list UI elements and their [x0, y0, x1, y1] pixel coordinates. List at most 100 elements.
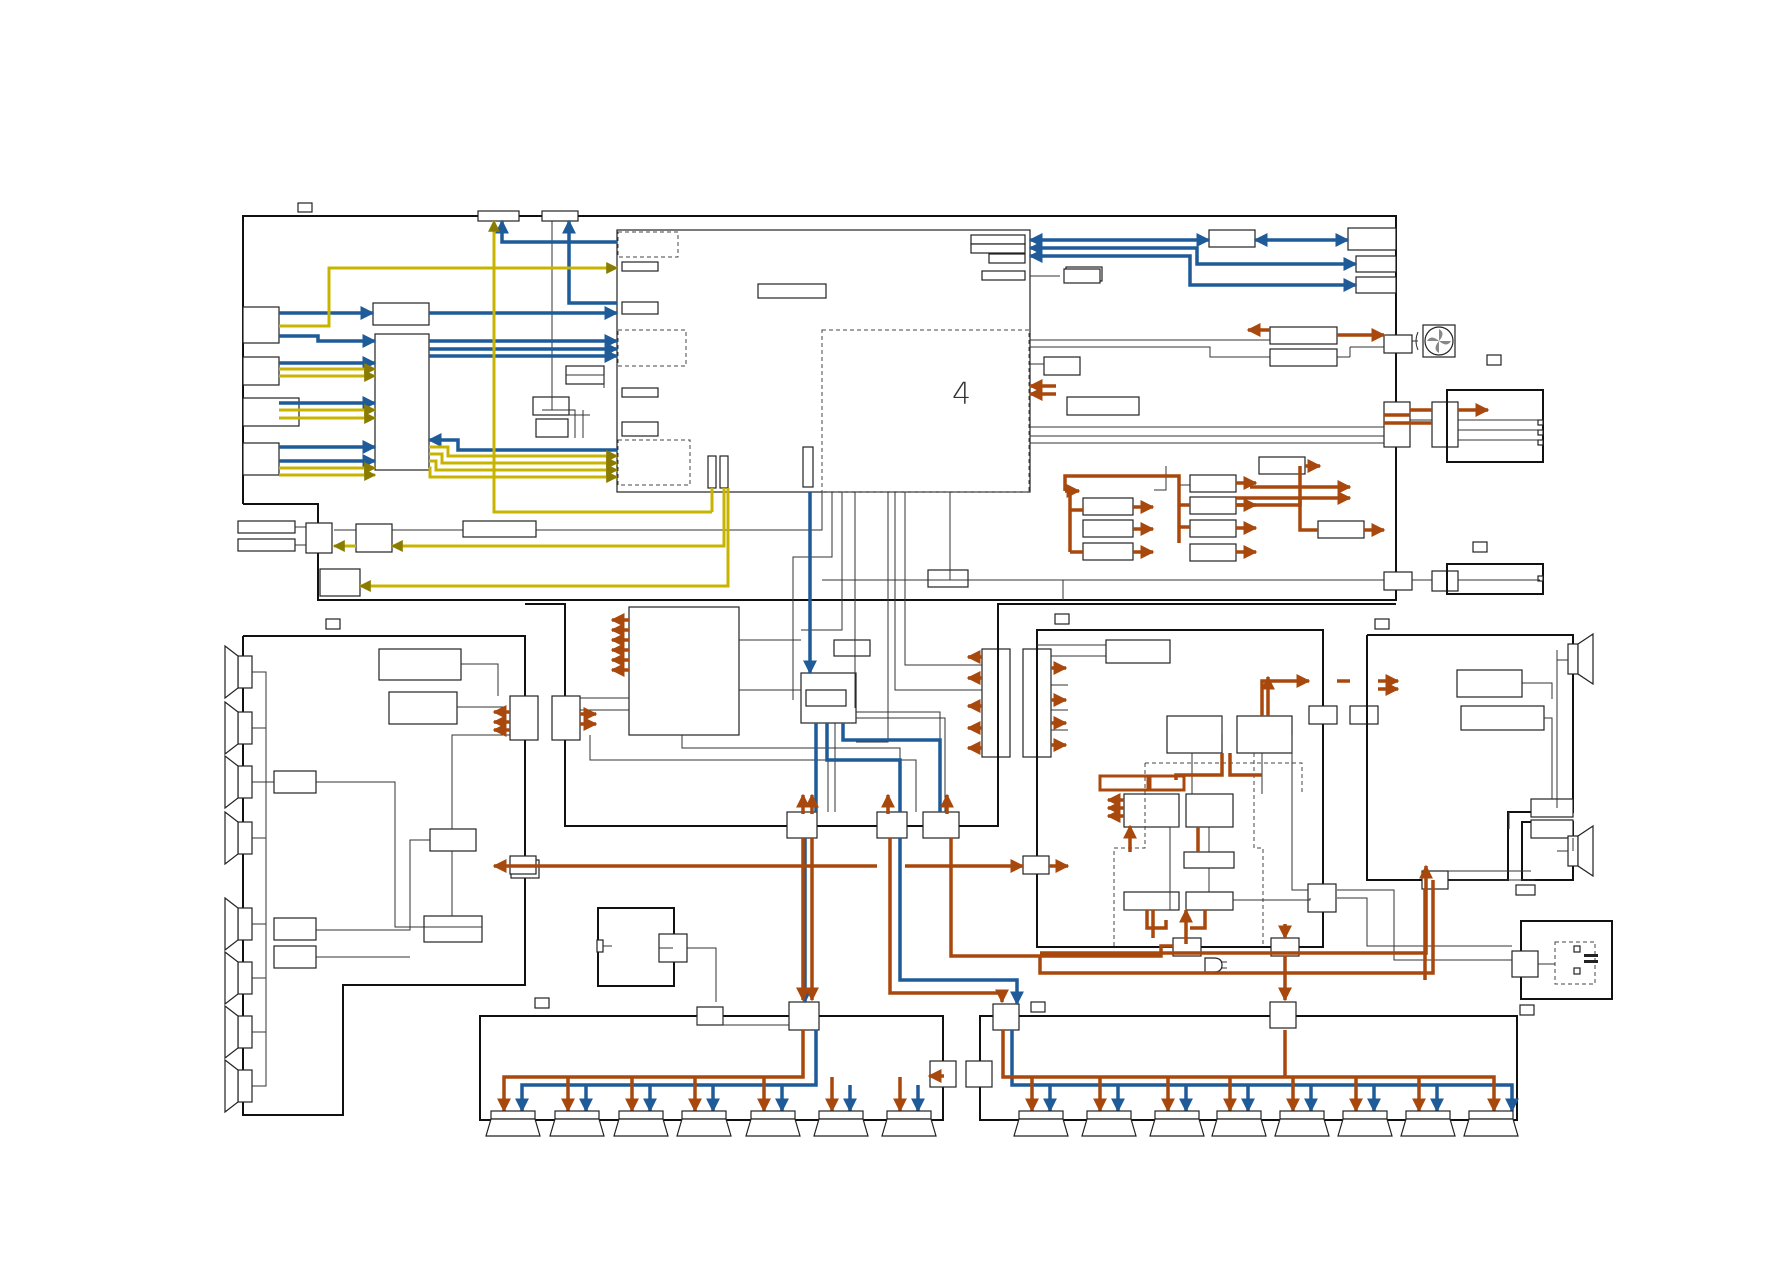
vertical-chip — [802, 446, 814, 488]
soc-side-chip — [1043, 356, 1081, 376]
br-pwr-conn — [1269, 1001, 1297, 1029]
pwr-reg-1 — [1082, 497, 1134, 516]
pwr-ctrl — [1105, 639, 1171, 664]
small-ic-3 — [535, 418, 569, 438]
dac-1 — [378, 648, 462, 681]
speaker-icon — [549, 1110, 605, 1137]
usb-board-outline — [1446, 563, 1544, 595]
bl-link-1 — [929, 1060, 957, 1088]
fan-conn — [1383, 334, 1413, 354]
warn-box-1 — [1098, 774, 1150, 792]
speaker-icon — [613, 1110, 669, 1137]
dsp-module — [628, 606, 740, 736]
connector-icon — [1537, 419, 1544, 426]
left-conn-a — [509, 695, 539, 741]
wifi-chip — [1208, 229, 1256, 248]
soc-side-ic — [1066, 396, 1140, 416]
fan-icon — [1415, 324, 1456, 358]
ant-module — [1355, 276, 1397, 294]
left-board-tag — [325, 618, 341, 630]
speaker-icon — [1274, 1110, 1330, 1137]
right-board-tag — [1374, 618, 1390, 630]
soc-pin-2 — [621, 301, 659, 315]
speaker-icon — [224, 810, 253, 866]
soc-out-1 — [970, 234, 1026, 245]
ext-label-1 — [237, 520, 296, 534]
hdmi-mux — [305, 522, 333, 554]
soc-pin-4 — [621, 421, 659, 437]
hdmi-rx — [355, 523, 393, 553]
pwr-reg-6 — [1189, 519, 1237, 538]
left-conn-4 — [242, 442, 280, 476]
sense-chip — [927, 569, 969, 588]
speaker-icon — [1337, 1110, 1393, 1137]
speaker-icon — [485, 1110, 541, 1137]
soc-pin-3 — [621, 387, 659, 398]
bottom-left-array — [479, 997, 957, 1121]
pwr-reg-8 — [1258, 456, 1306, 475]
right-amp-2 — [1530, 798, 1574, 818]
fuse-2 — [719, 455, 729, 489]
usb-board — [1446, 541, 1544, 595]
amp-left-2 — [273, 917, 317, 941]
speaker-icon — [1149, 1110, 1205, 1137]
ext-label-2 — [237, 538, 296, 552]
vert-conn-1 — [981, 648, 1011, 758]
amp-left-3 — [273, 945, 317, 969]
speaker-icon — [224, 1058, 253, 1114]
pwr-reg-7 — [1189, 543, 1237, 562]
speaker-icon — [1013, 1110, 1069, 1137]
top-connector-1 — [477, 210, 520, 222]
control-board — [596, 907, 688, 987]
soc-pin-1 — [621, 261, 659, 272]
left-conn-1 — [242, 306, 280, 344]
amp-controller-sub — [805, 689, 847, 707]
speaker-icon — [676, 1110, 732, 1137]
mid-conn-5 — [1022, 855, 1050, 875]
input-mux — [1511, 950, 1539, 978]
fan-driver — [1269, 326, 1338, 345]
right-amp-3 — [1530, 819, 1574, 839]
rect-2 — [1185, 891, 1234, 911]
io-conn-2 — [1431, 401, 1459, 448]
pwr-out-2 — [1349, 705, 1379, 725]
bottom-drivers — [485, 1110, 1519, 1137]
left-conn-2 — [242, 356, 280, 386]
input-board-tag — [1519, 1004, 1535, 1016]
ac-plug-icon — [1204, 957, 1227, 973]
pfc-1 — [1166, 715, 1223, 754]
soc-out-3 — [988, 253, 1026, 264]
llc-2 — [1185, 793, 1234, 828]
pfc-2 — [1236, 715, 1293, 754]
mid-conn-3 — [922, 811, 960, 839]
speaker-icon — [1211, 1110, 1267, 1137]
io-board-outline — [1446, 389, 1544, 463]
mid-conn-1 — [786, 811, 818, 839]
speaker-icon — [1567, 632, 1594, 686]
wifi-antenna — [1347, 227, 1397, 251]
bl-conn — [788, 1001, 820, 1031]
pwr-reg-4 — [1189, 474, 1237, 493]
speaker-icon — [224, 896, 253, 952]
pwr-reg-9 — [1317, 520, 1365, 539]
io-board-tag — [1486, 354, 1502, 366]
input-chip — [372, 302, 430, 326]
standby-ic — [1183, 851, 1235, 869]
input-board — [1511, 920, 1613, 1016]
speaker-icon — [1463, 1110, 1519, 1137]
pwr-reg-5 — [1189, 496, 1237, 515]
fuse-1 — [707, 455, 717, 489]
power-board — [1036, 613, 1379, 973]
fan-sense — [1269, 348, 1338, 367]
bt-module — [1355, 255, 1397, 273]
board-tag — [297, 202, 313, 213]
speaker-icon — [813, 1110, 869, 1137]
hdmi-cec — [462, 520, 537, 538]
br-conn — [992, 1003, 1020, 1031]
pwr-in — [1307, 883, 1337, 913]
soc-out-4 — [981, 270, 1026, 281]
dsp-aux-chip — [833, 639, 871, 657]
warn-box-2 — [1148, 774, 1186, 792]
speaker-icon — [224, 700, 253, 756]
glyph-mark: 4 — [952, 377, 971, 412]
